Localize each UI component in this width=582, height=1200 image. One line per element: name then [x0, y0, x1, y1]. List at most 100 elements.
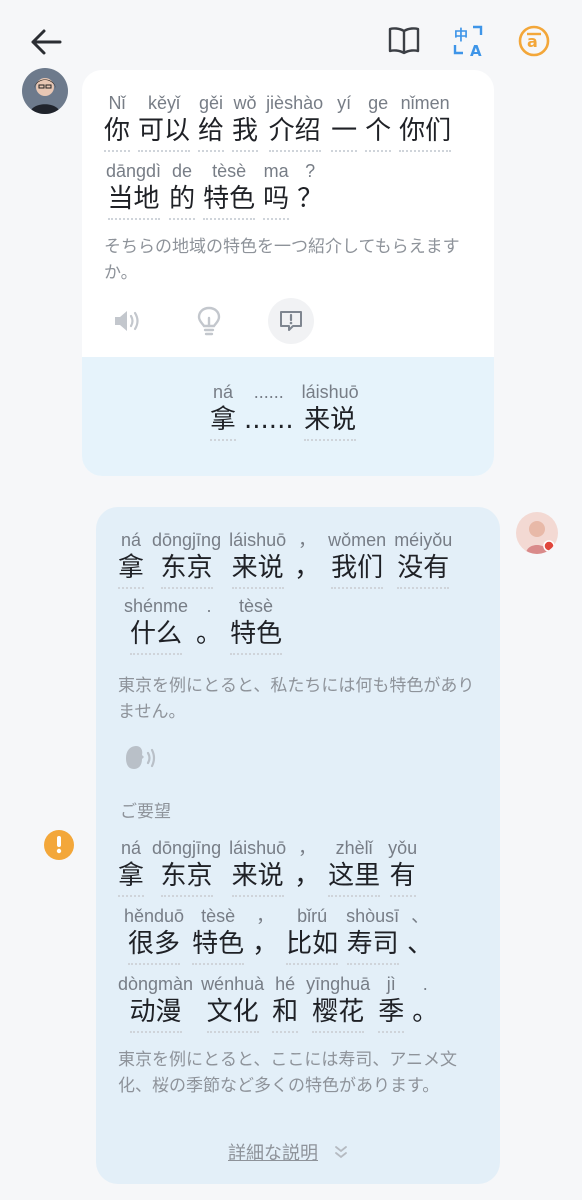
word-token[interactable]: láishuō 来说 [302, 381, 359, 441]
lightbulb-icon[interactable] [186, 298, 232, 344]
word-token[interactable]: kěyǐ 可以 [138, 92, 191, 152]
word-token[interactable]: jì 季 [378, 973, 405, 1033]
hanzi-text: 比如 [286, 927, 339, 965]
word-token[interactable]: .。 [196, 595, 222, 655]
pinyin-text: ma [263, 161, 289, 181]
pinyin-text: láishuō [229, 530, 287, 550]
feedback-icon[interactable] [268, 298, 314, 344]
hanzi-text: ...... [244, 405, 294, 435]
word-token[interactable]: de 的 [169, 160, 196, 220]
word-token[interactable]: tèsè 特色 [203, 160, 256, 220]
pinyin-text: ， [298, 838, 317, 858]
hanzi-text: 个 [365, 114, 392, 152]
word-token[interactable]: dōngjīng 东京 [152, 837, 221, 897]
hanzi-text: 特色 [230, 617, 283, 655]
hanzi-text: 拿 [210, 403, 237, 441]
detail-link-label[interactable]: 詳細な説明 [228, 1139, 318, 1165]
pinyin-text: jièshào [266, 93, 324, 113]
pinyin-text: tèsè [212, 161, 247, 181]
word-token[interactable]: wǒ 我 [232, 92, 259, 152]
word-token[interactable]: yīnghuā 樱花 [306, 973, 370, 1033]
word-token[interactable]: ............ [244, 381, 294, 441]
word-token[interactable]: ná 拿 [118, 837, 145, 897]
pinyin-text: ná [120, 530, 142, 550]
tutor-translation: そちらの地域の特色を一つ紹介してもらえますか。 [104, 237, 460, 283]
pinyin-text: hěnduō [124, 906, 185, 926]
hanzi-text: 寿司 [346, 927, 399, 965]
pinyin-text: méiyǒu [394, 530, 453, 550]
voice-icon[interactable] [122, 743, 158, 773]
warning-icon[interactable] [44, 830, 74, 860]
pinyin-text: dōngjīng [152, 838, 222, 858]
pinyin-text: . [206, 596, 212, 616]
word-token[interactable]: dōngjīng 东京 [152, 529, 221, 589]
hanzi-text: 。 [412, 997, 439, 1027]
word-token[interactable]: zhèlǐ 这里 [328, 837, 381, 897]
back-arrow-icon[interactable] [28, 24, 64, 60]
hanzi-text: 拿 [118, 859, 145, 897]
pinyin-text: tèsè [239, 596, 274, 616]
word-token[interactable]: .。 [412, 973, 438, 1033]
hanzi-text: 你们 [399, 114, 452, 152]
word-token[interactable]: ?？ [297, 160, 323, 220]
word-token[interactable]: ，， [294, 529, 320, 589]
word-token[interactable]: ná 拿 [118, 529, 145, 589]
word-token[interactable]: wénhuà 文化 [201, 973, 264, 1033]
hint-phrase: ná 拿............ láishuō 来说 [210, 381, 367, 441]
word-token[interactable]: tèsè 特色 [230, 595, 283, 655]
pinyin-text: wénhuà [201, 974, 265, 994]
word-token[interactable]: dòngmàn 动漫 [118, 973, 193, 1033]
word-token[interactable]: Nǐ 你 [104, 92, 131, 152]
pinyin-text: gěi [199, 93, 224, 113]
hanzi-text: ， [294, 861, 321, 891]
word-token[interactable]: ná 拿 [210, 381, 237, 441]
word-token[interactable]: láishuō 来说 [229, 837, 286, 897]
hanzi-text: 。 [196, 619, 223, 649]
word-token[interactable]: hěnduō 很多 [124, 905, 184, 965]
a-circle-icon[interactable]: a [515, 22, 553, 60]
detail-explanation-link[interactable]: 詳細な説明 [228, 1139, 348, 1165]
hanzi-text: ？ [297, 184, 324, 214]
word-token[interactable]: wǒmen 我们 [328, 529, 386, 589]
pinyin-text: yīnghuā [306, 974, 371, 994]
word-token[interactable]: ma 吗 [263, 160, 290, 220]
word-token[interactable]: shénme 什么 [124, 595, 188, 655]
word-token[interactable]: ，， [252, 905, 278, 965]
speaker-icon[interactable] [104, 298, 150, 344]
pinyin-text: de [172, 161, 193, 181]
word-token[interactable]: tèsè 特色 [192, 905, 245, 965]
pinyin-text: nǐmen [400, 93, 450, 113]
word-token[interactable]: bǐrú 比如 [286, 905, 339, 965]
translate-icon[interactable]: 中 A [450, 22, 488, 60]
word-token[interactable]: nǐmen 你们 [399, 92, 452, 152]
hanzi-text: 的 [169, 182, 196, 220]
hanzi-text: 你 [104, 114, 131, 152]
pinyin-text: kěyǐ [148, 93, 181, 113]
hanzi-text: 很多 [128, 927, 181, 965]
word-token[interactable]: gěi 给 [198, 92, 225, 152]
word-token[interactable]: láishuō 来说 [229, 529, 286, 589]
hanzi-text: 当地 [107, 182, 160, 220]
word-token[interactable]: méiyǒu 没有 [394, 529, 452, 589]
word-token[interactable]: yǒu 有 [388, 837, 417, 897]
hanzi-text: 特色 [203, 182, 256, 220]
word-token[interactable]: yí 一 [331, 92, 358, 152]
pinyin-text: hé [275, 974, 296, 994]
word-token[interactable]: dāngdì 当地 [106, 160, 161, 220]
hanzi-text: 来说 [231, 551, 284, 589]
pinyin-text: bǐrú [297, 906, 328, 926]
pinyin-text: wǒmen [328, 530, 387, 550]
tutor-avatar[interactable] [22, 68, 68, 114]
word-token[interactable]: shòusī 寿司 [346, 905, 399, 965]
hanzi-text: ， [294, 553, 321, 583]
chevron-down-double-icon[interactable] [334, 1145, 348, 1159]
word-token[interactable]: hé 和 [272, 973, 299, 1033]
word-token[interactable]: ，， [294, 837, 320, 897]
word-token[interactable]: ge 个 [365, 92, 392, 152]
hanzi-text: 拿 [118, 551, 145, 589]
book-icon[interactable] [386, 22, 422, 58]
user-sentence-line-2: shénme 什么.。 tèsè 特色 [124, 595, 290, 655]
user-avatar[interactable] [516, 512, 558, 554]
word-token[interactable]: 、、 [407, 905, 433, 965]
word-token[interactable]: jièshào 介绍 [266, 92, 323, 152]
